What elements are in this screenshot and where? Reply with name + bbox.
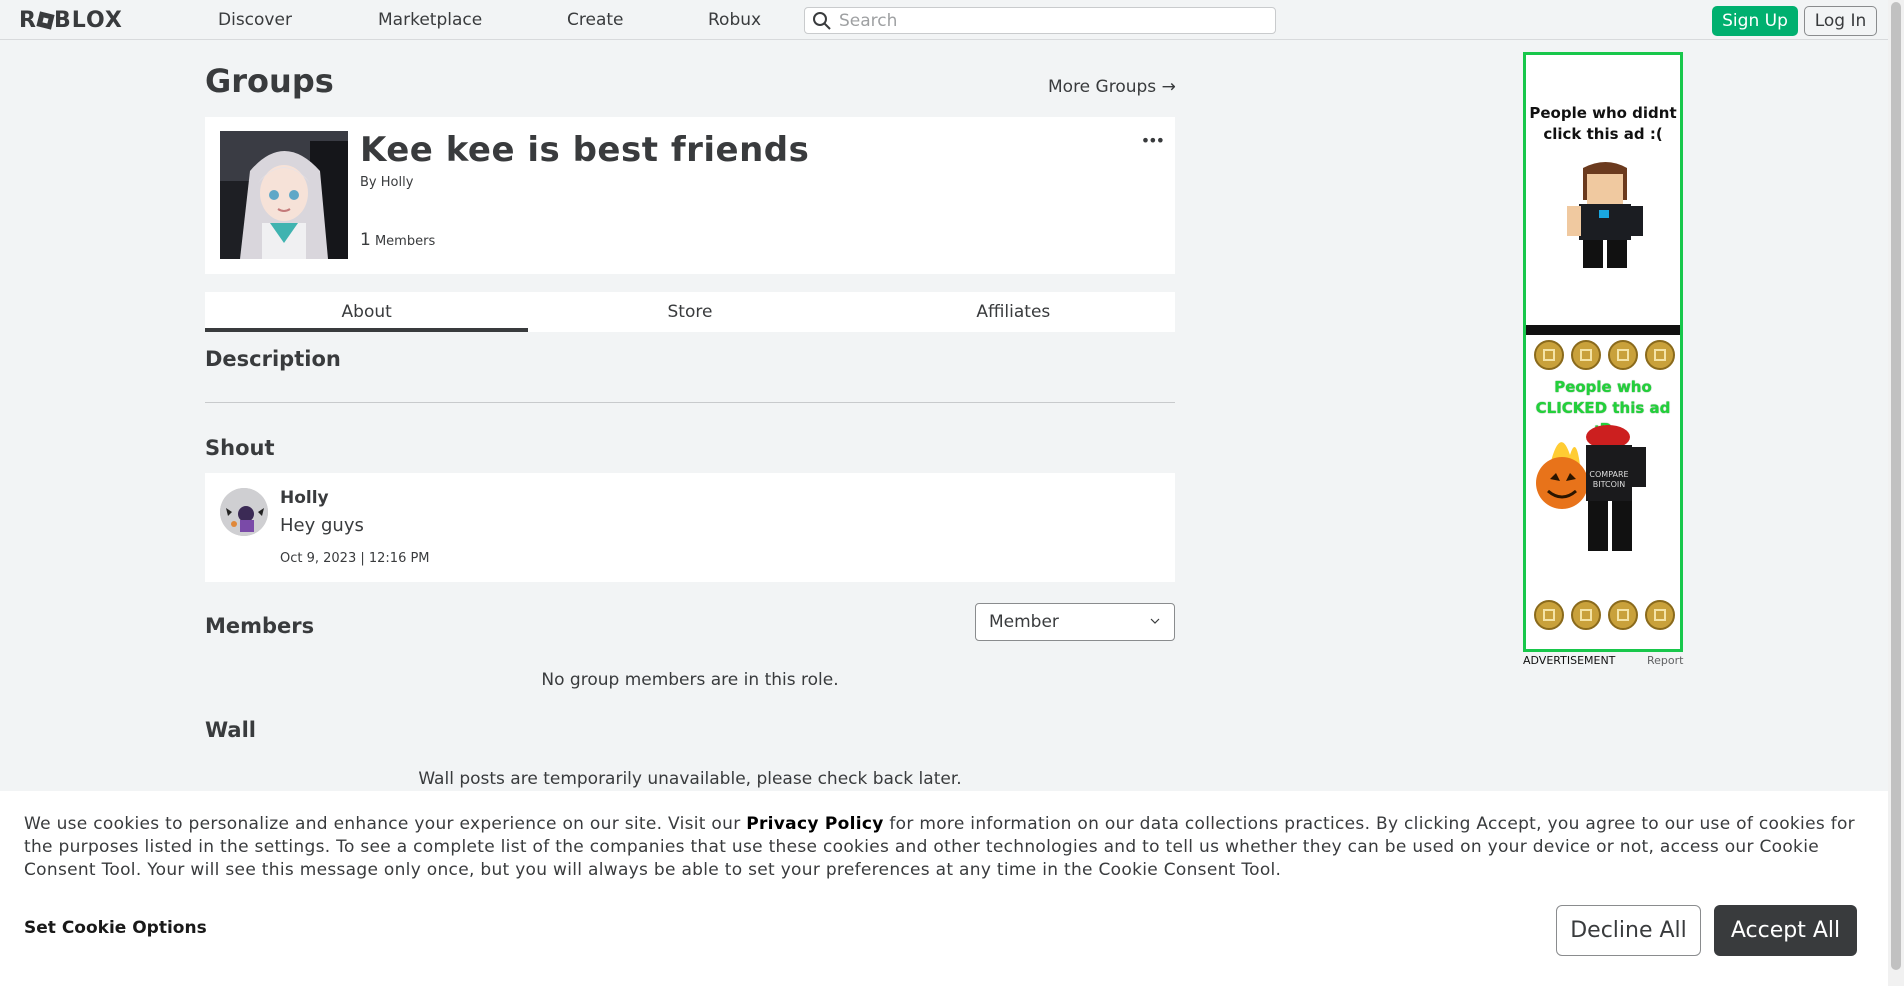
group-name: Kee kee is best friends — [360, 130, 810, 170]
nav-create[interactable]: Create — [567, 10, 624, 30]
robux-coin-icon — [1571, 340, 1601, 370]
owner-link[interactable]: Holly — [381, 175, 414, 190]
robux-coin-icon — [1645, 600, 1675, 630]
search-box — [804, 7, 1276, 34]
role-dropdown[interactable]: Member — [975, 603, 1175, 641]
page-scrollbar[interactable] — [1888, 0, 1904, 986]
more-groups-link[interactable]: More Groups → — [1048, 77, 1176, 97]
description-heading: Description — [205, 347, 341, 371]
set-cookie-options-link[interactable]: Set Cookie Options — [24, 918, 207, 938]
search-icon — [813, 12, 831, 30]
role-dropdown-value: Member — [989, 612, 1059, 632]
group-header-card: Kee kee is best friends By Holly 1 Membe… — [205, 117, 1175, 274]
shout-timestamp: Oct 9, 2023 | 12:16 PM — [280, 551, 430, 566]
member-count-label: Members — [374, 234, 436, 249]
more-options-icon[interactable]: ••• — [1141, 131, 1165, 150]
signup-button[interactable]: Sign Up — [1712, 6, 1798, 36]
ad-report-link[interactable]: Report — [1647, 654, 1683, 667]
ad-divider-bar — [1526, 325, 1680, 335]
robux-coin-icon — [1645, 340, 1675, 370]
roblox-logo[interactable]: R BLOX — [19, 8, 123, 33]
nav-discover[interactable]: Discover — [218, 10, 292, 30]
robux-coin-icon — [1608, 600, 1638, 630]
robux-coin-icon — [1571, 600, 1601, 630]
tab-about[interactable]: About — [205, 292, 529, 332]
search-input[interactable] — [839, 10, 1275, 31]
page-title: Groups — [205, 62, 334, 100]
login-button[interactable]: Log In — [1804, 6, 1877, 36]
ad-top-panel: People who didnt click this ad :( — [1526, 55, 1680, 323]
ad-avatar-rich-image: COMPARE BITCOIN — [1536, 425, 1646, 551]
ad-avatar-noob-image — [1567, 162, 1643, 268]
top-navbar: R BLOX Discover Marketplace Create Robux … — [0, 0, 1888, 40]
group-tabs: About Store Affiliates — [205, 292, 1175, 332]
members-heading: Members — [205, 614, 315, 638]
robux-coins-bottom — [1534, 600, 1675, 630]
advertisement-label: ADVERTISEMENT — [1523, 654, 1616, 667]
description-divider — [205, 402, 1175, 403]
members-empty-note: No group members are in this role. — [541, 670, 839, 690]
cookie-text-before: We use cookies to personalize and enhanc… — [24, 814, 741, 834]
robux-coin-icon — [1608, 340, 1638, 370]
svg-text:BITCOIN: BITCOIN — [1593, 480, 1626, 489]
ad-caption-top: People who didnt click this ad :( — [1529, 104, 1677, 143]
wall-unavailable-note: Wall posts are temporarily unavailable, … — [418, 769, 962, 789]
group-owner: By Holly — [360, 175, 413, 190]
owner-prefix: By — [360, 175, 377, 190]
group-member-count: 1 Members — [360, 230, 435, 250]
scrollbar-thumb[interactable] — [1891, 2, 1901, 970]
tab-store[interactable]: Store — [528, 292, 851, 332]
cookie-consent-banner: We use cookies to personalize and enhanc… — [0, 791, 1888, 986]
member-count-value: 1 — [360, 230, 371, 250]
privacy-policy-link[interactable]: Privacy Policy — [746, 814, 883, 834]
avatar[interactable] — [220, 488, 268, 536]
wall-heading: Wall — [205, 718, 256, 742]
shout-message: Hey guys — [280, 515, 364, 536]
nav-marketplace[interactable]: Marketplace — [378, 10, 482, 30]
shout-card: Holly Hey guys Oct 9, 2023 | 12:16 PM — [205, 473, 1175, 582]
accept-all-button[interactable]: Accept All — [1714, 905, 1857, 956]
tab-affiliates[interactable]: Affiliates — [852, 292, 1175, 332]
robux-coins-top — [1534, 340, 1675, 370]
chevron-down-icon — [1150, 618, 1160, 624]
shout-author[interactable]: Holly — [280, 488, 329, 508]
shout-heading: Shout — [205, 436, 275, 460]
advertisement-banner[interactable]: People who didnt click this ad :( People… — [1523, 52, 1683, 652]
svg-text:COMPARE: COMPARE — [1589, 470, 1628, 479]
decline-all-button[interactable]: Decline All — [1556, 905, 1701, 956]
robux-coin-icon — [1534, 340, 1564, 370]
group-emblem-image — [220, 131, 348, 259]
cookie-consent-text: We use cookies to personalize and enhanc… — [24, 813, 1864, 882]
nav-robux[interactable]: Robux — [708, 10, 761, 30]
robux-coin-icon — [1534, 600, 1564, 630]
